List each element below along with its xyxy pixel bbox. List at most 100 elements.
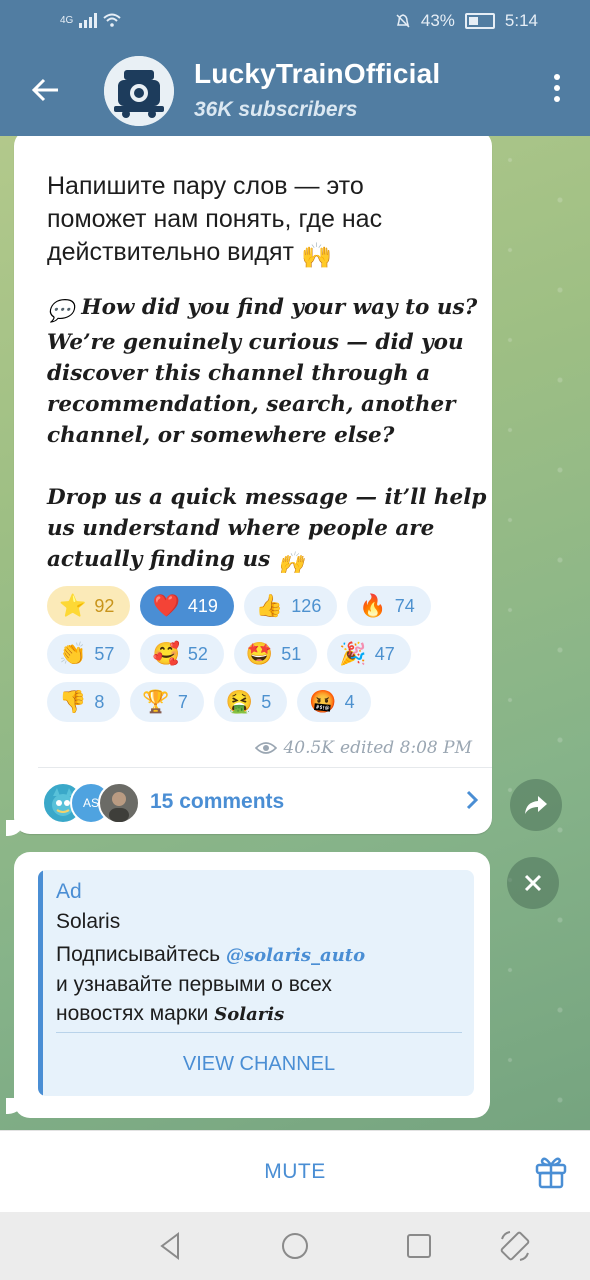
clock: 5:14 [504,11,538,30]
reaction-fire[interactable]: 🔥 74 [347,586,431,626]
en-paragraph-2-text: Drop us a quick message — it’ll help us … [47,485,487,572]
system-nav-bar [0,1212,590,1280]
heart-icon: ❤️ [152,593,180,618]
ru-line-1: Напишите пару слов — это [47,172,364,200]
signal-icon [79,12,98,28]
comments-label: 15 comments [150,790,285,813]
mute-button[interactable]: MUTE [220,1153,370,1191]
reaction-count: 57 [94,643,115,664]
en-paragraph-2: Drop us a quick message — it’ll help us … [47,482,493,579]
clap-icon: 👏 [59,641,87,666]
ad-brand: Solaris [214,1004,285,1025]
edited-time: edited 8:08 PM [340,738,472,758]
reaction-clap[interactable]: 👏 57 [47,634,131,674]
message-bubble-tail [6,820,24,836]
smiling-hearts-icon: 🥰 [152,641,180,666]
reaction-row: ⭐ 92 ❤️ 419 👍 126 🔥 74 [47,586,487,626]
commenter-avatars: AS [42,782,142,824]
status-left: 4G [60,12,122,28]
battery-percent: 43% [420,11,455,30]
ad-separator [56,1032,462,1033]
nav-back-icon[interactable] [154,1229,188,1263]
en-paragraph-1-text: How did you find your way to us? We’re g… [47,295,478,448]
ad-card[interactable]: Ad Solaris Подписывайтесь @solaris_auto … [38,870,474,1096]
party-popper-icon: 🎉 [339,641,367,666]
channel-avatar[interactable] [104,56,174,126]
chat-area: Напишите пару слов — это поможет нам пон… [0,136,590,1130]
wifi-icon [103,13,122,27]
share-icon [525,796,547,814]
close-ad-button[interactable] [507,857,559,909]
raised-hands-emoji-icon: 🙌 [300,242,333,270]
chevron-right-icon [466,790,479,810]
reaction-cursing[interactable]: 🤬 4 [297,682,371,722]
battery-icon [464,13,495,29]
ad-mention-link[interactable]: @solaris_auto [226,945,365,966]
reaction-count: 74 [394,595,415,616]
nav-home-icon[interactable] [278,1229,312,1263]
reaction-vomit[interactable]: 🤮 5 [213,682,288,722]
status-right: 43% 5:14 [395,11,538,31]
ad-accent-bar [38,870,43,1096]
reaction-thumbs-up[interactable]: 👍 126 [243,586,338,626]
reaction-count: 7 [177,691,188,712]
view-channel-button[interactable]: VIEW CHANNEL [56,1036,462,1092]
rotate-icon[interactable] [498,1229,532,1263]
close-icon [524,874,542,892]
reaction-row: 👏 57 🥰 52 🤩 51 🎉 47 [47,634,487,674]
person-avatar-icon [109,792,129,822]
bottom-action-bar: MUTE [0,1130,590,1213]
gift-icon[interactable] [534,1153,568,1189]
reaction-count: 4 [344,691,355,712]
ru-line-2: поможет нам понять, где нас [47,205,383,233]
back-arrow-icon[interactable] [28,72,64,108]
reaction-count: 126 [291,595,322,616]
share-button[interactable] [510,779,562,831]
trophy-icon: 🏆 [142,689,170,714]
reaction-smiling-hearts[interactable]: 🥰 52 [140,634,224,674]
subscriber-count: 36K subscribers [194,98,358,121]
raised-hands-emoji-icon: 🙌 [277,551,305,576]
nav-recents-icon[interactable] [402,1229,436,1263]
reaction-count: 8 [94,691,105,712]
ad-text: Подписывайтесь @solaris_auto и узнавайте… [56,940,474,1029]
mute-bell-icon [396,14,410,28]
reactions: ⭐ 92 ❤️ 419 👍 126 🔥 74 👏 57 🥰 52 🤩 51 🎉 47 👎 8 🏆 7… [47,586,487,730]
reaction-star[interactable]: ⭐ 92 [47,586,131,626]
reaction-count: 52 [187,643,208,664]
comments-button[interactable]: AS 15 comments [38,774,492,828]
reaction-thumbs-down[interactable]: 👎 8 [47,682,121,722]
message-text-en: 💬 How did you find your way to us? We’re… [47,292,493,610]
ad-channel-name: Solaris [56,910,121,933]
fire-icon: 🔥 [359,593,387,618]
reaction-trophy[interactable]: 🏆 7 [130,682,204,722]
sponsored-message: Ad Solaris Подписывайтесь @solaris_auto … [14,852,490,1118]
network-type: 4G [60,14,74,26]
message-text-ru: Напишите пару слов — это поможет нам пон… [47,170,487,273]
ad-label: Ad [56,880,82,903]
reaction-count: 47 [374,643,395,664]
reaction-star-struck[interactable]: 🤩 51 [233,634,318,674]
avatar [98,782,140,824]
reaction-heart[interactable]: ❤️ 419 [140,586,234,626]
ru-line-3: действительно видят 🙌 [47,236,487,273]
status-bar: 4G 43% 5:14 [0,0,590,44]
ad-text-end: новостях марки [56,1002,209,1025]
en-paragraph-1: 💬 How did you find your way to us? We’re… [47,292,493,451]
ad-text-mid: и узнавайте первыми о всех [56,973,332,996]
message-meta: 40.5K edited 8:08 PM [255,738,472,758]
thumbs-down-icon: 👎 [59,689,87,714]
message-bubble: Напишите пару слов — это поможет нам пон… [14,136,492,834]
channel-title[interactable]: LuckyTrainOfficial [194,58,440,90]
channel-header: LuckyTrainOfficial 36K subscribers [0,44,590,136]
thumbs-up-icon: 👍 [255,593,284,618]
more-vert-icon[interactable] [552,74,562,106]
reaction-party[interactable]: 🎉 47 [327,634,411,674]
star-struck-icon: 🤩 [245,641,274,666]
reaction-count: 5 [261,691,272,712]
reaction-count: 92 [94,595,115,616]
reaction-count: 419 [187,595,218,616]
ad-text-start: Подписывайтесь [56,943,221,966]
reaction-count: 51 [281,643,302,664]
view-count: 40.5K [283,738,335,758]
